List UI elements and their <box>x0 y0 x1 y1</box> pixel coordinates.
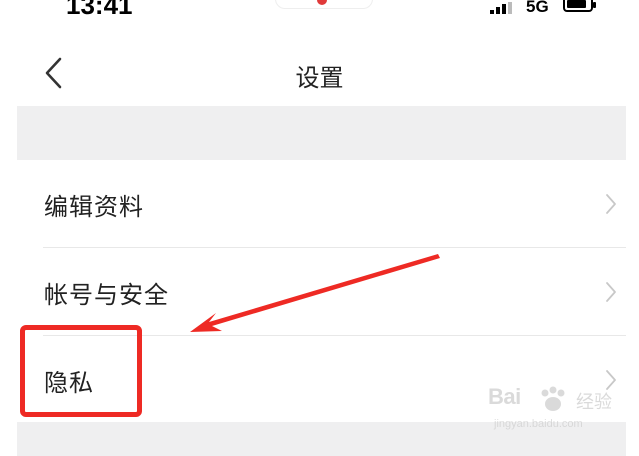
chevron-right-icon <box>606 282 616 302</box>
chevron-right-icon <box>606 370 616 390</box>
settings-item-label: 隐私 <box>44 369 94 397</box>
settings-item-privacy[interactable]: 隐私 <box>17 336 626 422</box>
record-dot-icon <box>317 0 327 5</box>
section-separator <box>17 422 626 456</box>
status-bar: 13:41 5G <box>0 0 639 24</box>
chevron-right-icon <box>606 194 616 214</box>
nav-bar: 设置 <box>0 40 639 106</box>
settings-item-edit-profile[interactable]: 编辑资料 <box>17 160 626 248</box>
status-time: 13:41 <box>66 0 133 20</box>
page-title: 设置 <box>295 64 344 92</box>
battery-level <box>567 0 586 8</box>
signal-icon <box>490 2 512 14</box>
battery-icon <box>563 0 596 12</box>
settings-item-account-security[interactable]: 帐号与安全 <box>17 248 626 336</box>
network-type: 5G <box>526 0 549 16</box>
settings-item-label: 编辑资料 <box>44 193 144 221</box>
section-separator <box>17 106 626 160</box>
settings-item-label: 帐号与安全 <box>44 281 169 309</box>
recording-indicator <box>276 0 372 8</box>
